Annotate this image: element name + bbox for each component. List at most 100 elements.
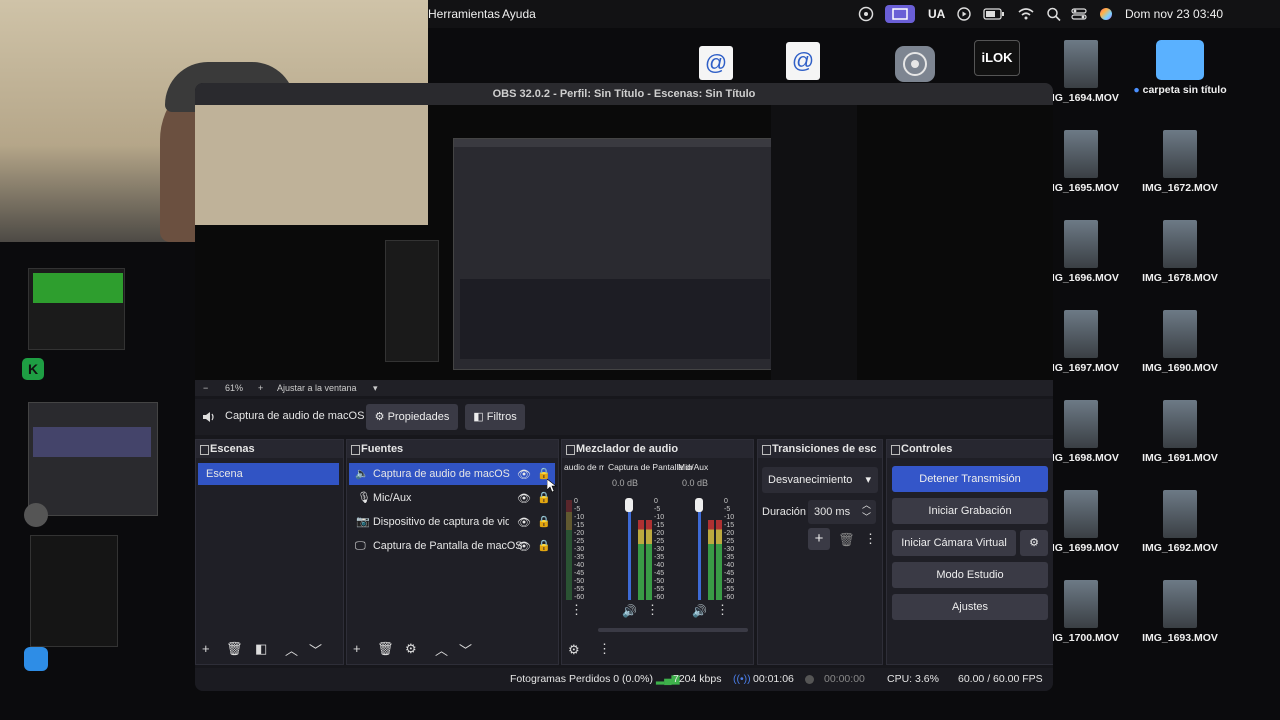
menu-herramientas[interactable]: Herramientas <box>428 7 500 21</box>
db-scale: 0 -5 -10 -15 -20 -25 -30 -35 -40 -45 -50 -55 -60 <box>654 498 664 602</box>
filters-button[interactable]: ◧ Filtros <box>465 404 525 430</box>
speaker-icon[interactable]: 🔊 <box>692 604 707 618</box>
email-file-icon[interactable]: @ <box>699 46 733 80</box>
volume-slider[interactable] <box>698 500 701 600</box>
dock-icon <box>891 445 900 455</box>
volume-slider-knob[interactable] <box>625 498 633 512</box>
lock-icon[interactable]: 🔒 <box>537 539 551 552</box>
properties-button[interactable]: ⚙ Propiedades <box>366 404 458 430</box>
desktop-file[interactable]: IMG_1691.MOV <box>1132 400 1228 464</box>
scene-item[interactable]: Escena <box>198 463 339 485</box>
system-settings-icon[interactable] <box>895 46 935 82</box>
zoom-value: 61% <box>225 383 244 393</box>
trash-icon[interactable]: 🗑 <box>377 641 394 657</box>
speaker-icon[interactable]: 🔊 <box>622 604 637 618</box>
add-transition-button[interactable]: + <box>808 528 830 550</box>
chevron-down-icon[interactable]: ﹀ <box>862 510 871 523</box>
zoom-in-button[interactable]: + <box>258 380 263 396</box>
transition-type-select[interactable]: Desvanecimiento ▾ <box>762 467 878 493</box>
desktop-file[interactable]: IMG_1692.MOV <box>1132 490 1228 554</box>
chevron-down-icon[interactable]: ﹀ <box>459 640 472 659</box>
menubar-datetime[interactable]: Dom nov 23 03:40 <box>1125 7 1223 21</box>
kick-app-icon[interactable]: K <box>22 358 44 380</box>
mixer-scrollbar[interactable] <box>598 628 748 632</box>
gear-icon[interactable]: ⚙ <box>568 642 580 658</box>
db-scale-tick: -20 <box>654 530 665 537</box>
desktop-file[interactable]: IMG_1690.MOV <box>1132 310 1228 374</box>
eye-icon[interactable]: 👁 <box>517 468 531 481</box>
window-title[interactable]: OBS 32.0.2 - Perfil: Sin Título - Escena… <box>195 83 1053 105</box>
more-options-icon[interactable]: ⋮ <box>864 531 877 547</box>
speaker-icon <box>203 412 214 422</box>
folder-icon <box>1156 40 1204 80</box>
db-scale-tick: -25 <box>654 538 665 545</box>
virtual-camera-settings-button[interactable]: ⚙ <box>1020 530 1048 556</box>
volume-slider-knob[interactable] <box>695 498 703 512</box>
email-file-icon[interactable]: @ <box>786 42 820 80</box>
source-item-video-capture[interactable]: 📷 Dispositivo de captura de video <box>349 511 509 533</box>
wifi-icon[interactable] <box>1017 6 1035 22</box>
obs-window: OBS 32.0.2 - Perfil: Sin Título - Escena… <box>195 83 1053 691</box>
settings-button[interactable]: Ajustes <box>892 594 1048 620</box>
db-scale-tick: -20 <box>724 530 735 537</box>
obs-status-icon[interactable] <box>857 6 875 22</box>
file-label: IMG_1690.MOV <box>1142 362 1218 374</box>
chevron-down-icon[interactable]: ﹀ <box>309 640 322 659</box>
folder-item[interactable]: ● carpeta sin título <box>1132 40 1228 96</box>
more-options-icon[interactable]: ⋮ <box>646 602 659 618</box>
filters-label: Filtros <box>486 411 517 423</box>
ilok-icon[interactable]: iLOK <box>974 40 1020 76</box>
transitions-header: Transiciones de escena <box>758 440 882 458</box>
db-scale-tick: -35 <box>654 554 665 561</box>
more-options-icon[interactable]: ⋮ <box>716 602 729 618</box>
eye-icon[interactable]: 👁 <box>517 492 531 505</box>
menu-ayuda[interactable]: Ayuda <box>502 7 536 21</box>
eye-icon[interactable]: 👁 <box>517 516 531 529</box>
trash-icon[interactable]: 🗑 <box>226 641 243 657</box>
window-preview-1[interactable] <box>28 268 125 350</box>
gear-icon[interactable]: ⚙ <box>405 641 417 657</box>
start-virtual-camera-button[interactable]: Iniciar Cámara Virtual <box>892 530 1016 556</box>
control-center-icon[interactable] <box>1070 6 1088 22</box>
db-scale-tick: -30 <box>654 546 665 553</box>
zoom-bar: − 61% + Ajustar a la ventana ▾ <box>195 380 1053 396</box>
scene-filters-icon[interactable]: ◧ <box>255 641 267 657</box>
stop-stream-button[interactable]: Detener Transmisión <box>892 466 1048 492</box>
window-preview-3[interactable] <box>30 535 118 647</box>
add-icon[interactable]: + <box>202 641 210 656</box>
battery-icon[interactable] <box>983 6 1005 22</box>
app-icon-disc[interactable] <box>24 503 48 527</box>
trash-icon[interactable]: 🗑 <box>838 532 855 548</box>
more-options-icon[interactable]: ⋮ <box>598 641 611 657</box>
selected-source-label: Captura de audio de macOS <box>225 410 365 422</box>
play-icon[interactable] <box>955 6 973 22</box>
desktop-file[interactable]: IMG_1678.MOV <box>1132 220 1228 284</box>
screen-share-icon[interactable] <box>885 5 915 23</box>
volume-meter <box>708 520 714 600</box>
more-options-icon[interactable]: ⋮ <box>570 602 583 618</box>
start-recording-button[interactable]: Iniciar Grabación <box>892 498 1048 524</box>
video-thumbnail <box>1163 310 1197 358</box>
volume-slider[interactable] <box>628 500 631 600</box>
chevron-up-icon[interactable]: ︿ <box>435 640 448 659</box>
zoom-out-button[interactable]: − <box>203 380 208 396</box>
desktop-file[interactable]: IMG_1672.MOV <box>1132 130 1228 194</box>
keyboard-layout[interactable]: UA <box>928 7 945 21</box>
zoom-fit-select[interactable]: Ajustar a la ventana <box>277 380 357 396</box>
video-thumbnail <box>1064 40 1098 88</box>
chevron-down-icon[interactable]: ▾ <box>373 380 378 396</box>
chevron-down-icon: ▾ <box>865 474 871 486</box>
add-icon[interactable]: + <box>353 641 361 656</box>
safari-icon[interactable] <box>24 647 48 671</box>
chevron-up-icon[interactable]: ︿ <box>285 640 298 659</box>
siri-icon[interactable] <box>1100 8 1112 20</box>
volume-meter <box>638 520 644 600</box>
studio-mode-button[interactable]: Modo Estudio <box>892 562 1048 588</box>
desktop-file[interactable]: IMG_1693.MOV <box>1132 580 1228 644</box>
preview-canvas[interactable] <box>195 105 1053 380</box>
lock-icon[interactable]: 🔒 <box>537 515 551 528</box>
search-icon[interactable] <box>1045 6 1063 22</box>
eye-icon[interactable]: 👁 <box>517 540 531 553</box>
window-preview-2[interactable] <box>28 402 158 516</box>
source-label: Mic/Aux <box>373 492 412 504</box>
